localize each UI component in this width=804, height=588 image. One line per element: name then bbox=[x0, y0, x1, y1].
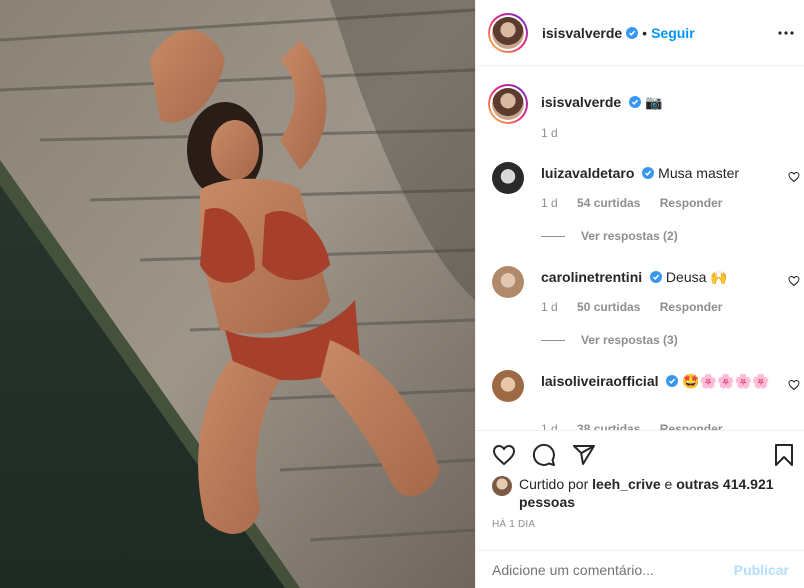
comment-likes[interactable]: 38 curtidas bbox=[577, 422, 640, 430]
view-replies-label: Ver respostas (3) bbox=[581, 333, 678, 347]
comment-bubble-icon[interactable] bbox=[532, 443, 556, 467]
comment-text: Deusa 🙌 bbox=[665, 269, 728, 285]
verified-badge-icon bbox=[642, 167, 655, 179]
verified-badge-icon bbox=[666, 375, 679, 387]
comment-time[interactable]: 1 d bbox=[541, 196, 558, 210]
publish-button[interactable]: Publicar bbox=[734, 562, 789, 578]
comment-input[interactable] bbox=[492, 561, 734, 578]
comment-text: Musa master bbox=[658, 165, 740, 181]
commenter-avatar[interactable] bbox=[492, 370, 524, 402]
comment-heart-icon[interactable] bbox=[788, 171, 800, 183]
caption-time[interactable]: 1 d bbox=[541, 126, 558, 140]
caption: isisvalverde 📷 1 d bbox=[488, 84, 792, 148]
view-replies-label: Ver respostas (2) bbox=[581, 229, 678, 243]
caption-avatar[interactable] bbox=[488, 84, 528, 124]
comment-item: luizavaldetaro Musa master 1 d 54 curtid… bbox=[492, 162, 800, 248]
comment-text: 🤩🌸🌸🌸🌸 bbox=[682, 373, 770, 389]
likes-middle: e bbox=[664, 476, 673, 492]
post-actions: Curtido por leeh_crive e outras 414.921 … bbox=[476, 430, 804, 550]
liker-username[interactable]: leeh_crive bbox=[592, 476, 661, 492]
replies-line bbox=[541, 339, 565, 341]
reply-button[interactable]: Responder bbox=[660, 422, 723, 430]
post-panel: isisvalverde • Seguir isisvalverde 📷 1 d… bbox=[475, 0, 804, 588]
verified-badge-icon bbox=[626, 26, 639, 39]
comment-time[interactable]: 1 d bbox=[541, 422, 558, 430]
likes-prefix: Curtido por bbox=[519, 476, 589, 492]
add-comment-bar: Publicar bbox=[476, 550, 804, 588]
comment-heart-icon[interactable] bbox=[788, 275, 800, 287]
verified-badge-icon bbox=[629, 96, 642, 108]
reply-button[interactable]: Responder bbox=[660, 300, 723, 314]
caption-username[interactable]: isisvalverde bbox=[541, 94, 621, 110]
comment-time[interactable]: 1 d bbox=[541, 300, 558, 314]
comment-username[interactable]: laisoliveiraofficial bbox=[541, 373, 659, 389]
author-avatar[interactable] bbox=[488, 12, 528, 53]
comment-likes[interactable]: 50 curtidas bbox=[577, 300, 640, 314]
commenter-avatar[interactable] bbox=[492, 162, 524, 194]
comment-username[interactable]: carolinetrentini bbox=[541, 269, 642, 285]
caption-text: 📷 bbox=[644, 94, 663, 110]
more-dots-icon[interactable] bbox=[777, 24, 795, 42]
replies-line bbox=[541, 235, 565, 237]
follow-button[interactable]: Seguir bbox=[651, 25, 695, 41]
comment-username[interactable]: luizavaldetaro bbox=[541, 165, 634, 181]
heart-icon[interactable] bbox=[492, 443, 516, 467]
commenter-avatar[interactable] bbox=[492, 266, 524, 298]
comment-item: laisoliveiraofficial 🤩🌸🌸🌸🌸 1 d 38 curtid… bbox=[492, 370, 800, 430]
paper-plane-icon[interactable] bbox=[572, 443, 596, 467]
post-timestamp[interactable]: HÁ 1 DIA bbox=[492, 519, 535, 530]
view-replies-button[interactable]: Ver respostas (2) bbox=[541, 229, 678, 243]
comment-likes[interactable]: 54 curtidas bbox=[577, 196, 640, 210]
post-photo[interactable] bbox=[0, 0, 475, 588]
comments-section[interactable]: isisvalverde 📷 1 d luizavaldetaro Musa m… bbox=[476, 66, 804, 430]
comment-heart-icon[interactable] bbox=[788, 379, 800, 391]
post-header: isisvalverde • Seguir bbox=[476, 0, 804, 66]
comment-item: carolinetrentini Deusa 🙌 1 d 50 curtidas… bbox=[492, 266, 800, 352]
bookmark-icon[interactable] bbox=[772, 443, 796, 467]
verified-badge-icon bbox=[650, 271, 663, 283]
author-username[interactable]: isisvalverde bbox=[542, 25, 622, 41]
liker-avatar bbox=[492, 476, 512, 496]
separator-dot: • bbox=[642, 24, 648, 41]
post-image bbox=[0, 0, 475, 588]
view-replies-button[interactable]: Ver respostas (3) bbox=[541, 333, 678, 347]
reply-button[interactable]: Responder bbox=[660, 196, 723, 210]
